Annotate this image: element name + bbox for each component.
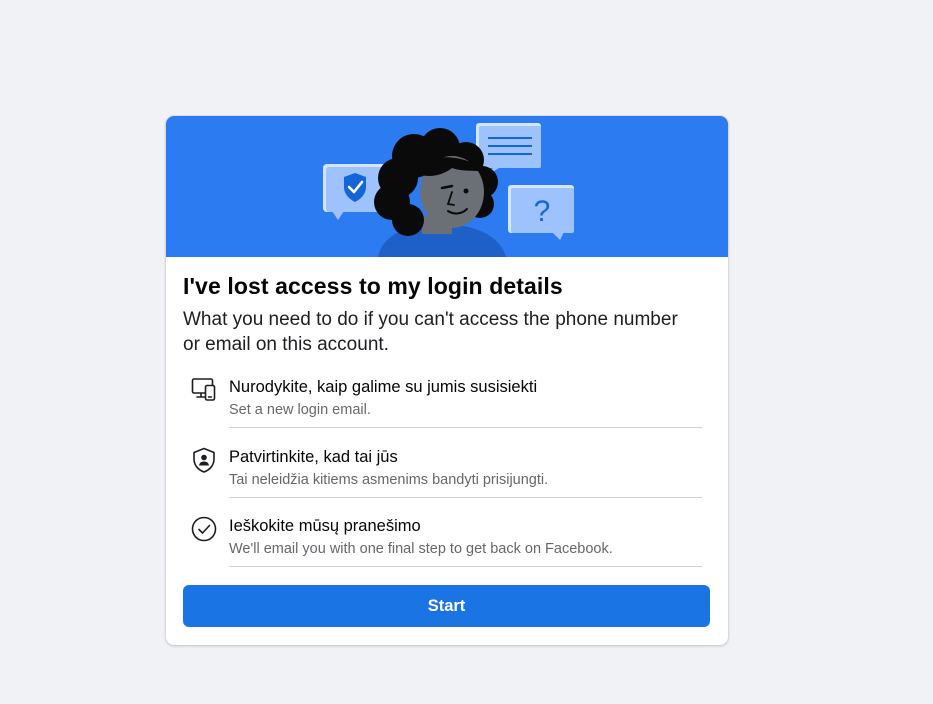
divider	[229, 566, 702, 567]
step-description: Tai neleidžia kitiems asmenims bandyti p…	[229, 472, 549, 488]
page-subtitle: What you need to do if you can't access …	[183, 309, 678, 355]
step-label: Ieškokite mūsų pranešimo	[229, 517, 421, 535]
step-contact-method: Nurodykite, kaip galime su jumis susisie…	[166, 376, 728, 442]
start-button[interactable]: Start	[183, 585, 710, 627]
recovery-card: ? I've lost access to my login details W…	[166, 116, 728, 645]
divider	[229, 497, 702, 498]
step-label: Patvirtinkite, kad tai jūs	[229, 448, 398, 466]
hero-illustration: ?	[323, 123, 574, 257]
divider	[229, 427, 702, 428]
shield-person-icon	[190, 446, 218, 474]
step-confirm-identity: Patvirtinkite, kad tai jūs Tai neleidžia…	[166, 446, 728, 512]
hero-banner: ?	[166, 116, 728, 257]
step-label: Nurodykite, kaip galime su jumis susisie…	[229, 378, 538, 396]
page-title: I've lost access to my login details	[183, 273, 563, 299]
step-description: Set a new login email.	[229, 402, 371, 418]
check-circle-icon	[190, 515, 218, 543]
step-description: We'll email you with one final step to g…	[229, 541, 613, 557]
devices-icon	[190, 376, 218, 404]
question-mark: ?	[534, 195, 551, 228]
step-look-for-message: Ieškokite mūsų pranešimo We'll email you…	[166, 515, 728, 581]
question-bubble-icon: ?	[508, 185, 574, 240]
